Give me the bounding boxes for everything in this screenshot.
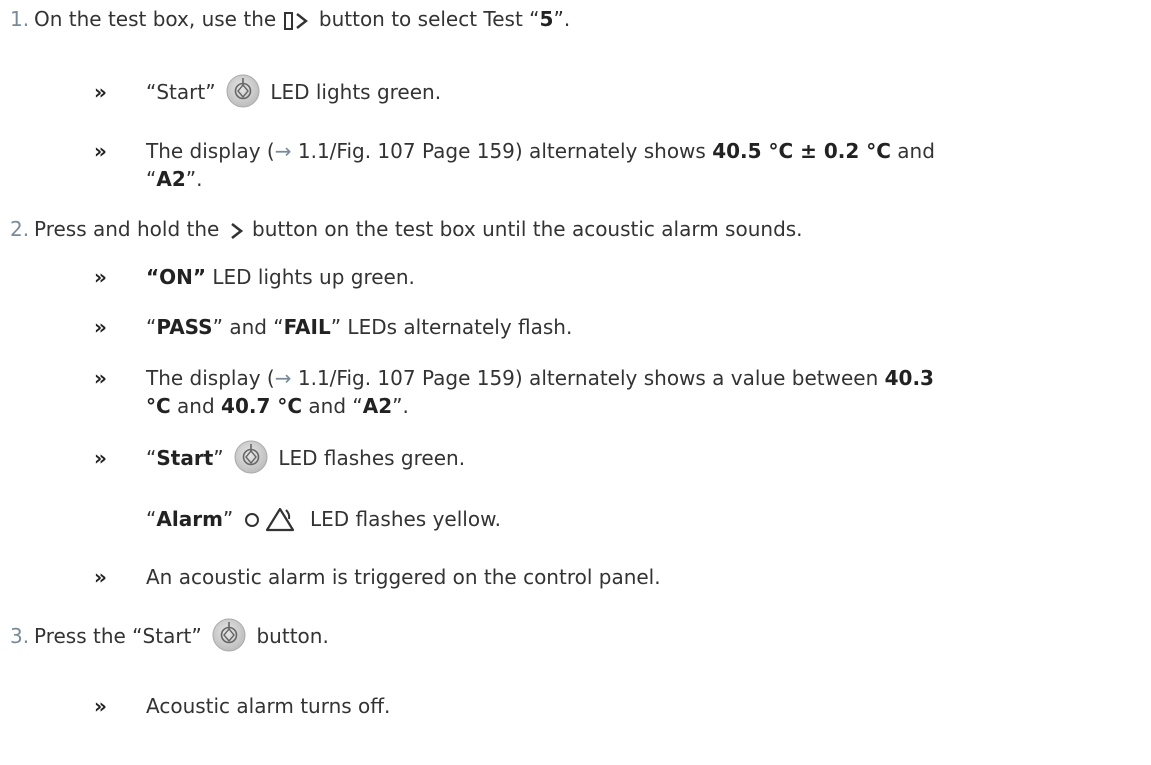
result-2-2-mid: ” and “ xyxy=(212,315,284,339)
result-2-4-post: LED flashes green. xyxy=(278,446,466,470)
result-on-led: “ON” LED lights up green. xyxy=(146,263,415,291)
step-2-number: 2. xyxy=(10,217,30,241)
step-3-text-a: Press the “Start” xyxy=(34,624,202,648)
result-alarm-flash: “Alarm” LED flashes yellow. xyxy=(146,505,501,533)
arrow-right-icon: → xyxy=(274,366,292,390)
result-alarm-off: Acoustic alarm turns off. xyxy=(146,692,390,720)
quote-close: ”. xyxy=(185,167,203,191)
temperature-value: 40.5 °C ± 0.2 °C xyxy=(712,139,891,163)
quote-close: ” xyxy=(222,507,234,531)
range-min-unit: °C xyxy=(146,394,171,418)
result-bullet: » xyxy=(94,265,107,289)
quote-open: “ xyxy=(146,167,157,191)
result-acoustic-alarm: An acoustic alarm is triggered on the co… xyxy=(146,563,661,591)
result-bullet: » xyxy=(94,446,107,470)
start-button-icon xyxy=(226,74,260,107)
step-1-text-a: On the test box, use the xyxy=(34,7,277,31)
figure-reference[interactable]: 1.1/Fig. 107 Page 159) alternately shows… xyxy=(292,366,885,390)
step-1-text-b: button to select Test “ xyxy=(318,7,540,31)
start-button-icon xyxy=(212,618,246,651)
result-2-3-pre: The display ( xyxy=(146,366,275,390)
result-2-2-post: ” LEDs alternately flash. xyxy=(330,315,573,339)
start-button-icon xyxy=(234,440,268,473)
result-display-range-line2: °C and 40.7 °C and “A2”. xyxy=(146,392,409,420)
result-bullet: » xyxy=(94,80,107,104)
range-max-value: 40.7 °C xyxy=(221,394,303,418)
fail-label: FAIL xyxy=(283,315,331,339)
display-code: A2 xyxy=(156,167,186,191)
result-1-2-pre: The display ( xyxy=(146,139,275,163)
result-display-line1: The display (→ 1.1/Fig. 107 Page 159) al… xyxy=(146,137,935,165)
result-bullet: » xyxy=(94,565,107,589)
result-2-5-text: An acoustic alarm is triggered on the co… xyxy=(146,565,661,589)
result-2-3-and2: and “ xyxy=(302,394,363,418)
result-bullet: » xyxy=(94,315,107,339)
chevron-right-icon xyxy=(230,222,243,239)
figure-reference[interactable]: 1.1/Fig. 107 Page 159) alternately shows xyxy=(292,139,713,163)
step-3-text-b: button. xyxy=(256,624,329,648)
result-display-line2: “A2”. xyxy=(146,165,203,193)
step-2-text-a: Press and hold the xyxy=(34,217,220,241)
result-2-1-text: LED lights up green. xyxy=(206,265,415,289)
result-2-3-and: and xyxy=(170,394,222,418)
result-start-flash: “Start” LED flashes green. xyxy=(146,440,466,474)
arrow-right-icon: → xyxy=(274,139,292,163)
result-3-1-text: Acoustic alarm turns off. xyxy=(146,694,391,718)
step-1-number: 1. xyxy=(10,7,30,31)
result-display-range-line1: The display (→ 1.1/Fig. 107 Page 159) al… xyxy=(146,364,934,392)
display-code: A2 xyxy=(362,394,393,418)
quote-open: “ xyxy=(146,507,157,531)
step-2-text-b: button on the test box until the acousti… xyxy=(252,217,803,241)
start-label: Start xyxy=(156,446,214,470)
alarm-label: Alarm xyxy=(156,507,223,531)
step-3-number: 3. xyxy=(10,624,30,648)
quote-close: ” xyxy=(213,446,224,470)
on-label: “ON” xyxy=(146,265,207,289)
bracket-next-icon xyxy=(283,11,308,30)
result-2-4-alarm-post: LED flashes yellow. xyxy=(310,507,501,531)
result-1-1-post: LED lights green. xyxy=(270,80,442,104)
result-bullet: » xyxy=(94,694,107,718)
result-start-led-green: “Start” LED lights green. xyxy=(146,74,442,108)
result-1-1-pre: “Start” xyxy=(146,80,216,104)
step-1-text-c: ”. xyxy=(553,7,571,31)
result-bullet: » xyxy=(94,366,107,390)
pass-label: PASS xyxy=(156,315,213,339)
quote-close: ”. xyxy=(392,394,409,418)
test-number: 5 xyxy=(539,7,554,31)
result-1-2-and: and xyxy=(890,139,935,163)
quote-open: “ xyxy=(146,315,157,339)
result-pass-fail: “PASS” and “FAIL” LEDs alternately flash… xyxy=(146,313,572,341)
range-min-value: 40.3 xyxy=(884,366,934,390)
alarm-led-icon xyxy=(244,507,294,531)
quote-open: “ xyxy=(146,446,157,470)
step-1-text: On the test box, use the button to selec… xyxy=(34,5,570,33)
step-2-text: Press and hold the button on the test bo… xyxy=(34,215,803,243)
result-bullet: » xyxy=(94,139,107,163)
step-3-text: Press the “Start” button. xyxy=(34,618,329,652)
